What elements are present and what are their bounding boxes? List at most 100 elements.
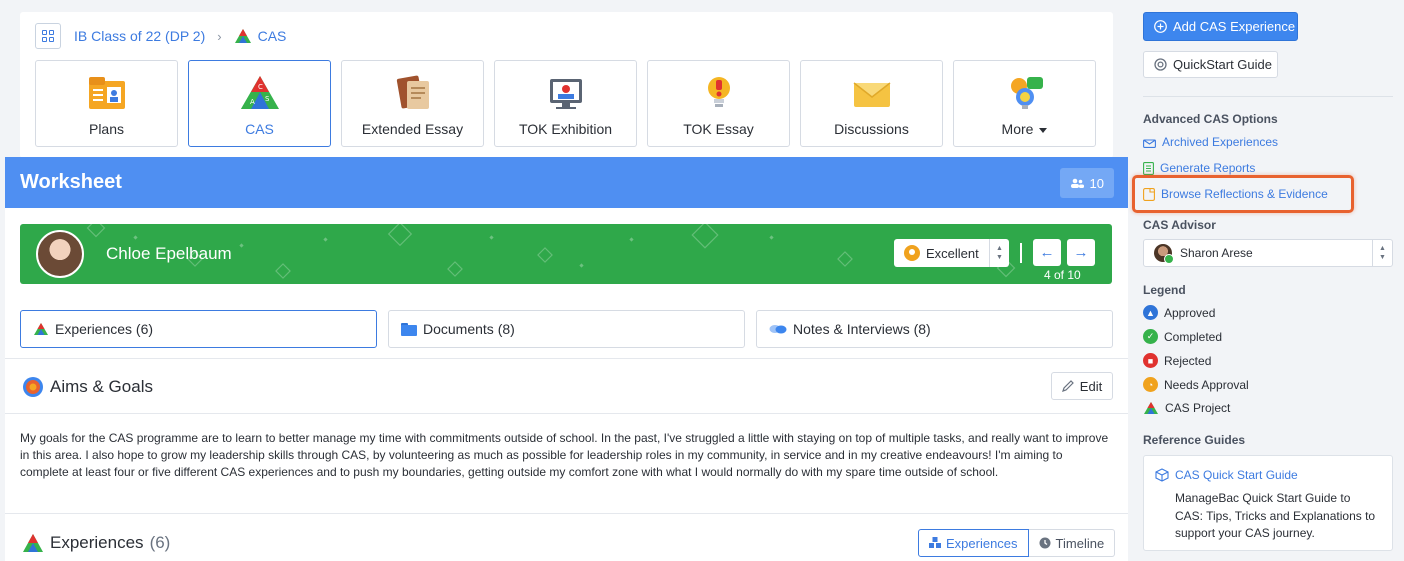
- select-arrows-icon: ▲ ▼: [989, 239, 1009, 267]
- tile-more[interactable]: More: [953, 60, 1096, 147]
- breadcrumb: IB Class of 22 (DP 2) › CAS: [35, 23, 286, 49]
- edit-aims-button[interactable]: Edit: [1051, 372, 1113, 400]
- cas-triangle-icon: [1144, 402, 1158, 414]
- section-title: Aims & Goals: [50, 377, 153, 396]
- legend-approved: ▲ Approved: [1143, 305, 1215, 320]
- users-icon: [1070, 178, 1084, 188]
- advisor-avatar: [1154, 244, 1174, 264]
- worksheet-header: Worksheet 10: [5, 157, 1128, 208]
- student-bar: Chloe Epelbaum Excellent ▲ ▼ ← → 4 of 10: [20, 224, 1112, 284]
- tile-label: Plans: [88, 121, 125, 137]
- plans-icon: [88, 77, 125, 109]
- clock-icon: [1039, 537, 1051, 549]
- add-cas-experience-button[interactable]: Add CAS Experience: [1143, 12, 1298, 41]
- arrow-right-icon: →: [1073, 244, 1089, 261]
- module-tiles: Plans C S A CAS Extended Essay TOK Exhib…: [35, 60, 1096, 147]
- tile-tok-exhibition[interactable]: TOK Exhibition: [494, 60, 637, 147]
- select-arrows-icon: ▲ ▼: [1372, 240, 1392, 266]
- tab-notes-interviews[interactable]: Notes & Interviews (8): [756, 310, 1113, 348]
- tab-label: Documents (8): [423, 321, 515, 337]
- plus-circle-icon: [1154, 20, 1167, 33]
- highlight-annotation: [1132, 175, 1354, 213]
- svg-text:C: C: [258, 83, 263, 91]
- tile-label: CAS: [245, 121, 274, 137]
- clock-icon: ◔: [1143, 377, 1158, 392]
- cas-advisor-select[interactable]: Sharon Arese ▲ ▼: [1143, 239, 1393, 267]
- quickstart-guide-button[interactable]: QuickStart Guide: [1143, 51, 1278, 78]
- breadcrumb-class-link[interactable]: IB Class of 22 (DP 2): [74, 28, 205, 44]
- link-label: Archived Experiences: [1162, 135, 1279, 149]
- seg-label: Experiences: [946, 535, 1018, 551]
- extended-essay-icon: [396, 75, 429, 109]
- tile-tok-essay[interactable]: TOK Essay: [647, 60, 790, 147]
- divider: [5, 513, 1128, 514]
- student-count-button[interactable]: 10: [1059, 168, 1114, 198]
- tile-extended-essay[interactable]: Extended Essay: [341, 60, 484, 147]
- cas-triangle-icon: [234, 29, 251, 43]
- tile-cas[interactable]: C S A CAS: [188, 60, 331, 147]
- legend-label: Needs Approval: [1164, 377, 1249, 392]
- advanced-options-heading: Advanced CAS Options: [1143, 112, 1278, 126]
- folder-icon: [401, 322, 417, 336]
- archived-experiences-link[interactable]: Archived Experiences: [1143, 135, 1278, 149]
- tile-label: Extended Essay: [361, 121, 464, 137]
- section-title: Experiences: [50, 533, 144, 552]
- legend-label: Approved: [1164, 305, 1216, 320]
- next-student-button[interactable]: →: [1067, 239, 1095, 266]
- cas-triangle-icon: [23, 534, 43, 552]
- previous-student-button[interactable]: ←: [1033, 239, 1061, 266]
- advisor-name: Sharon Arese: [1180, 246, 1253, 260]
- arrow-left-icon: ←: [1039, 244, 1055, 261]
- legend-rejected: ■ Rejected: [1143, 353, 1211, 368]
- view-timeline-button[interactable]: Timeline: [1028, 529, 1116, 557]
- aims-goals-text: My goals for the CAS programme are to le…: [20, 431, 1109, 479]
- cas-quick-start-guide-link[interactable]: CAS Quick Start Guide: [1155, 468, 1298, 482]
- lifebuoy-icon: [1154, 58, 1167, 71]
- thumbs-up-icon: ▲: [1143, 305, 1158, 320]
- tab-documents[interactable]: Documents (8): [388, 310, 745, 348]
- archive-icon: [1143, 138, 1156, 148]
- tok-exhibition-icon: [549, 79, 582, 109]
- divider: [1143, 96, 1393, 97]
- tile-plans[interactable]: Plans: [35, 60, 178, 147]
- aims-goals-heading: Aims & Goals: [22, 376, 153, 398]
- breadcrumb-current: CAS: [257, 28, 287, 44]
- view-experiences-button[interactable]: Experiences: [918, 529, 1029, 557]
- seg-label: Timeline: [1055, 535, 1105, 551]
- student-avatar: [36, 230, 84, 278]
- tile-label: TOK Essay: [683, 121, 754, 137]
- link-label: Generate Reports: [1160, 161, 1256, 175]
- legend-completed: ✓ Completed: [1143, 329, 1222, 344]
- guide-description: ManageBac Quick Start Guide to CAS: Tips…: [1175, 491, 1376, 540]
- legend-heading: Legend: [1143, 283, 1186, 297]
- tile-label: Discussions: [834, 121, 909, 137]
- tab-experiences[interactable]: Experiences (6): [20, 310, 377, 348]
- experiences-heading: Experiences (6): [22, 533, 170, 553]
- grid-icon: [42, 30, 54, 42]
- worksheet-body: Chloe Epelbaum Excellent ▲ ▼ ← → 4 of 10 …: [5, 208, 1128, 561]
- pencil-icon: [1061, 380, 1074, 392]
- guide-title: CAS Quick Start Guide: [1175, 468, 1298, 482]
- apps-grid-button[interactable]: [35, 23, 61, 49]
- tile-discussions[interactable]: Discussions: [800, 60, 943, 147]
- legend-cas-project: CAS Project: [1143, 401, 1230, 415]
- worksheet-tabs: Experiences (6) Documents (8) Notes & In…: [20, 310, 1113, 348]
- svg-text:S: S: [265, 95, 270, 103]
- divider: [5, 413, 1128, 414]
- discussions-icon: [853, 82, 890, 107]
- svg-text:A: A: [250, 98, 255, 106]
- chat-bubbles-icon: [769, 325, 787, 334]
- tab-label: Notes & Interviews (8): [793, 321, 931, 337]
- cas-triangle-icon: [34, 323, 48, 335]
- rejected-icon: ■: [1143, 353, 1158, 368]
- legend-label: Completed: [1164, 329, 1223, 344]
- cube-icon: [1155, 468, 1169, 482]
- check-icon: ✓: [1143, 329, 1158, 344]
- grade-select[interactable]: Excellent ▲ ▼: [894, 239, 1009, 267]
- student-count: 10: [1089, 175, 1104, 191]
- blocks-icon: [929, 537, 941, 548]
- generate-reports-link[interactable]: Generate Reports: [1143, 161, 1255, 175]
- tok-essay-icon: [707, 77, 730, 107]
- grade-value: Excellent: [926, 245, 979, 261]
- legend-label: Rejected: [1164, 353, 1212, 368]
